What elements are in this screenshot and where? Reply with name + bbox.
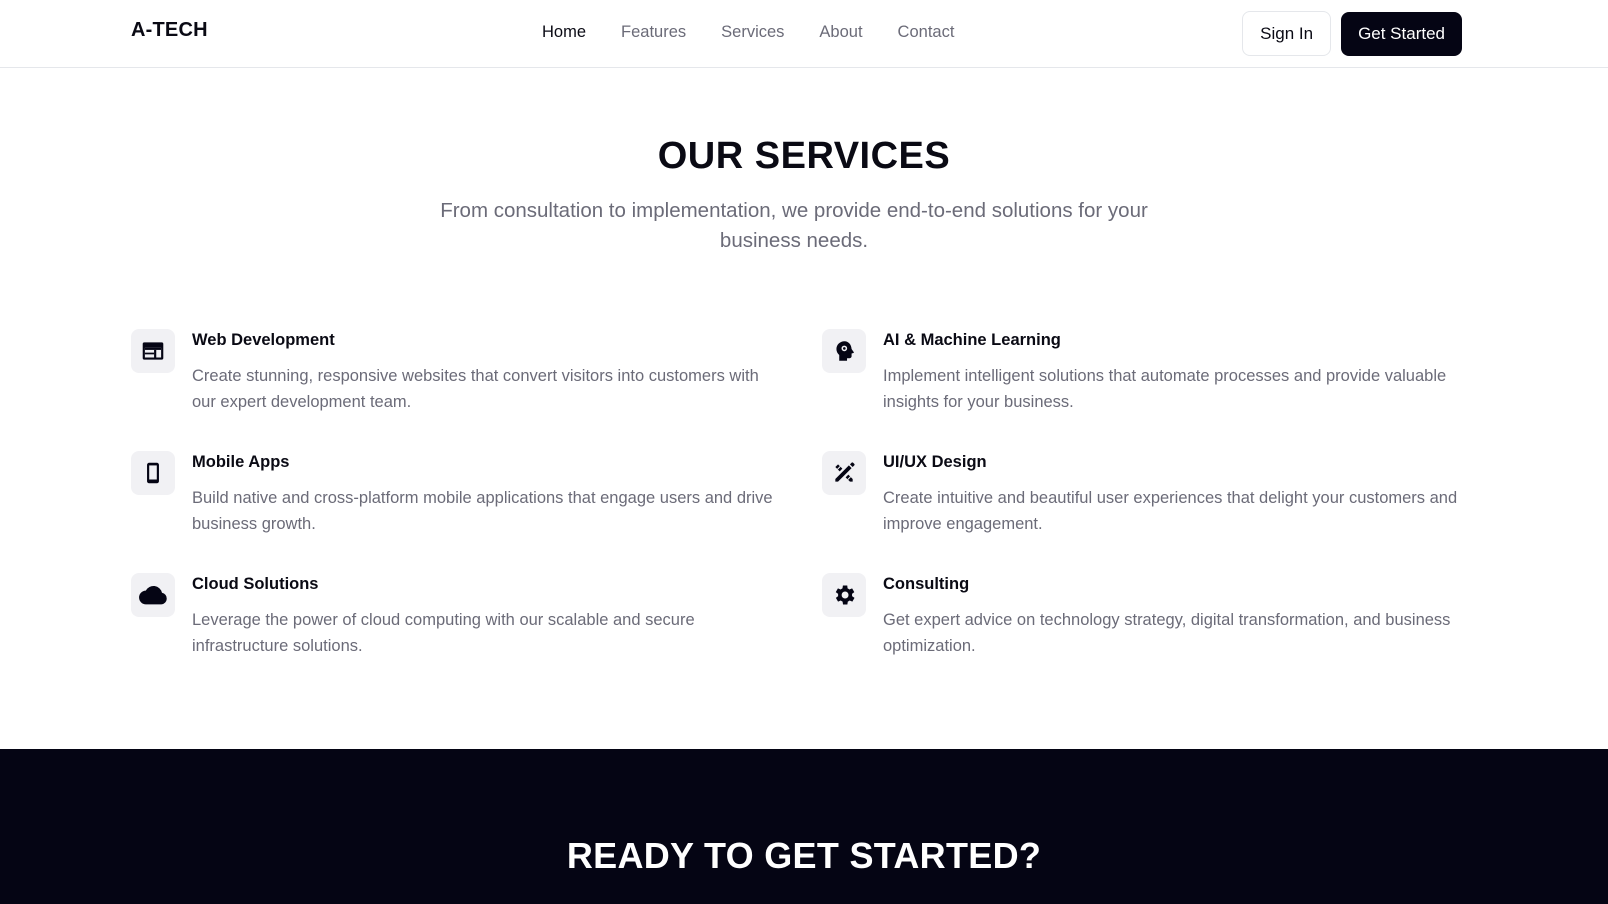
service-description: Create stunning, responsive websites tha… [192, 367, 759, 411]
service-card-consulting: Consulting Get expert advice on technolo… [822, 573, 1462, 673]
service-card-ai-ml: AI & Machine Learning Implement intellig… [822, 329, 1462, 429]
service-description: Leverage the power of cloud computing wi… [192, 611, 695, 655]
service-description: Implement intelligent solutions that aut… [883, 367, 1447, 411]
gear-icon [822, 573, 866, 617]
brand-logo[interactable]: A-TECH [131, 19, 208, 42]
service-card-mobile-apps: Mobile Apps Build native and cross-platf… [131, 451, 773, 551]
browser-window-icon [131, 329, 175, 373]
service-description: Get expert advice on technology strategy… [883, 611, 1451, 655]
nav-link-contact[interactable]: Contact [898, 21, 955, 43]
sign-in-button[interactable]: Sign In [1242, 11, 1332, 56]
service-card-ui-ux: UI/UX Design Create intuitive and beauti… [822, 451, 1462, 551]
nav-link-features[interactable]: Features [621, 21, 686, 43]
cloud-icon [131, 573, 175, 617]
service-title: Consulting [883, 575, 970, 593]
cta-section: READY TO GET STARTED? [0, 749, 1608, 904]
services-section: OUR SERVICES From consultation to implem… [0, 69, 1608, 749]
service-title: AI & Machine Learning [883, 331, 1061, 349]
section-subtitle: From consultation to implementation, we … [440, 199, 1148, 252]
smartphone-icon [131, 451, 175, 495]
nav-link-services[interactable]: Services [721, 21, 784, 43]
service-title: Mobile Apps [192, 453, 290, 471]
brain-head-icon [822, 329, 866, 373]
service-card-cloud: Cloud Solutions Leverage the power of cl… [131, 573, 771, 673]
design-tools-icon [822, 451, 866, 495]
service-title: UI/UX Design [883, 453, 987, 471]
nav-link-about[interactable]: About [819, 21, 862, 43]
service-description: Build native and cross-platform mobile a… [192, 489, 773, 533]
nav-links: Home Features Services About Contact [542, 21, 989, 43]
nav-actions: Sign In Get Started [1242, 11, 1462, 56]
service-title: Web Development [192, 331, 335, 349]
section-title: OUR SERVICES [657, 135, 951, 177]
cta-title: READY TO GET STARTED? [566, 835, 1042, 876]
navbar: A-TECH Home Features Services About Cont… [0, 0, 1608, 68]
service-card-web-development: Web Development Create stunning, respons… [131, 329, 771, 429]
service-description: Create intuitive and beautiful user expe… [883, 489, 1458, 533]
nav-link-home[interactable]: Home [542, 21, 586, 43]
service-title: Cloud Solutions [192, 575, 319, 593]
get-started-button[interactable]: Get Started [1341, 11, 1462, 56]
